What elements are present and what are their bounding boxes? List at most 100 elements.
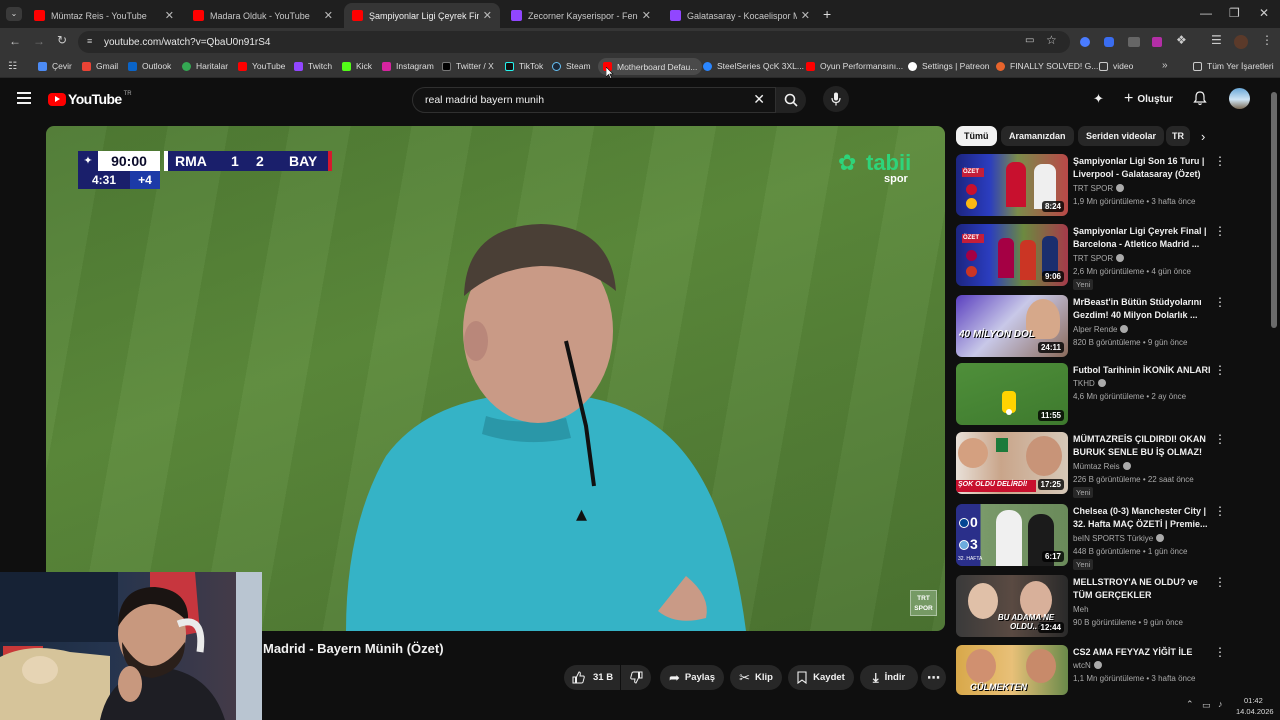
more-bookmarks-icon[interactable]: » [1162,60,1168,71]
tab-close-icon[interactable]: ✕ [801,9,810,22]
recommendation-item[interactable]: ŞOK OLDU DELİRDİ! 17:25 MÜMTAZREİS ÇILDI… [956,432,1226,498]
more-actions-button[interactable]: ⋯ [921,665,946,690]
tab-close-icon[interactable]: ✕ [165,9,174,22]
dislike-button[interactable] [621,665,651,690]
site-info-icon[interactable]: ≡ [87,36,92,46]
tab-close-icon[interactable]: ✕ [642,9,651,22]
recommendation-item[interactable]: 40 MİLYON DOL 24:11 MrBeast'in Bütün Stü… [956,295,1226,359]
youtube-logo[interactable]: YouTube TR [48,91,132,107]
chip-all[interactable]: Tümü [956,126,997,146]
browser-tab[interactable]: Zecorner Kayserispor - Fenerba ✕ [503,3,659,28]
apps-grid-icon[interactable]: ☷ [8,61,17,72]
download-button[interactable]: ⤓ İndir [860,665,918,690]
search-button[interactable] [776,87,806,113]
extension-icon[interactable] [1128,37,1140,47]
create-button[interactable]: + Oluştur [1118,88,1179,110]
account-avatar[interactable] [1229,88,1250,109]
studio-sparkle-icon[interactable]: ✦ [1093,91,1104,107]
chrome-menu-icon[interactable]: ⋮ [1261,33,1273,47]
chip-from-series[interactable]: Seriden videolar [1078,126,1165,146]
tab-close-icon[interactable]: ✕ [483,9,492,22]
video-thumbnail[interactable]: ŞOK OLDU DELİRDİ! 17:25 [956,432,1068,494]
search-input[interactable]: real madrid bayern munih ✕ [412,87,776,113]
extensions-puzzle-icon[interactable]: ❖ [1176,33,1187,47]
extension-icon[interactable] [1104,37,1114,47]
browser-tab[interactable]: Galatasaray - Kocaelispor Maç ✕ [662,3,818,28]
clip-button[interactable]: ✂ Klip [730,665,782,690]
more-options-icon[interactable]: ⋮ [1214,154,1226,168]
hamburger-menu-icon[interactable] [17,92,31,104]
video-thumbnail[interactable]: 0 3 32. HAFTA 6:17 [956,504,1068,566]
back-icon[interactable]: ← [9,34,21,48]
bookmark-item[interactable]: Çevir [38,61,72,71]
clear-search-icon[interactable]: ✕ [753,91,765,108]
more-options-icon[interactable]: ⋮ [1214,645,1226,659]
chip-tr[interactable]: TR [1166,126,1190,146]
tab-search-button[interactable]: ⌄ [6,7,22,21]
video-thumbnail[interactable]: BU ADAMA NE OLDU..? 12:44 [956,575,1068,637]
bookmark-item[interactable]: Twitch [294,61,332,71]
video-thumbnail[interactable]: 11:55 [956,363,1068,425]
address-bar[interactable]: ≡ youtube.com/watch?v=QbaU0n91rS4 [78,31,1070,53]
profile-avatar[interactable] [1234,35,1248,49]
more-options-icon[interactable]: ⋮ [1214,432,1226,446]
bookmark-star-icon[interactable]: ☆ [1046,33,1057,47]
bookmark-item[interactable]: Settings | Patreon [908,61,989,71]
network-icon[interactable]: ▭ [1202,700,1211,711]
recommendation-item[interactable]: ÖZET 9:06 Şampiyonlar Ligi Çeyrek Final … [956,224,1226,290]
bookmark-item[interactable]: SteelSeries QcK 3XL... [703,61,804,71]
more-options-icon[interactable]: ⋮ [1214,575,1226,589]
recommendation-item[interactable]: 0 3 32. HAFTA 6:17 Chelsea (0-3) Manches… [956,504,1226,570]
video-player[interactable]: ▴ ✦ 90:00 RMA 1 2 BAY 4:31 +4 ✿ tabii sp… [46,126,945,631]
video-thumbnail[interactable]: 40 MİLYON DOL 24:11 [956,295,1068,357]
like-button[interactable]: 31 B [564,665,620,690]
bookmark-item[interactable]: Outlook [128,61,171,71]
restore-icon[interactable]: ❐ [1229,6,1240,20]
chip-from-search[interactable]: Aramanızdan [1001,126,1074,146]
forward-icon[interactable]: → [33,34,45,48]
tray-chevron-icon[interactable]: ⌃ [1186,699,1194,710]
recommendation-item[interactable]: BU ADAMA NE OLDU..? 12:44 MELLSTROY'A NE… [956,575,1226,639]
notifications-bell-icon[interactable] [1193,91,1207,106]
bookmark-item[interactable]: Kick [342,61,372,71]
reading-list-icon[interactable]: ☰ [1211,33,1222,47]
more-options-icon[interactable]: ⋮ [1214,504,1226,518]
recommendation-item[interactable]: 11:55 Futbol Tarihinin İKONİK ANLARI TKH… [956,363,1226,427]
browser-tab[interactable]: Mümtaz Reis - YouTube ✕ [26,3,182,28]
bookmark-folder[interactable]: video [1099,61,1133,71]
more-options-icon[interactable]: ⋮ [1214,224,1226,238]
bookmark-item[interactable]: FINALLY SOLVED! G... [996,61,1098,71]
bookmark-item[interactable]: Twitter / X [442,61,494,71]
bookmark-item[interactable]: YouTube [238,61,285,71]
page-scrollbar-thumb[interactable] [1271,92,1277,328]
bookmark-item[interactable]: Oyun Performansını... [806,61,903,71]
recommendation-item[interactable]: ÖZET 8:24 Şampiyonlar Ligi Son 16 Turu |… [956,154,1226,218]
all-bookmarks-folder[interactable]: Tüm Yer İşaretleri [1193,61,1274,71]
reload-icon[interactable]: ↻ [57,33,67,47]
ucl-starball-icon: ✦ [78,151,98,171]
cast-icon[interactable]: ▭ [1025,35,1034,46]
chips-next-icon[interactable]: › [1201,129,1205,144]
more-options-icon[interactable]: ⋮ [1214,363,1226,377]
share-button[interactable]: ➦ Paylaş [660,665,724,690]
new-tab-icon[interactable]: + [823,6,831,22]
bookmark-item[interactable]: Instagram [382,61,434,71]
voice-search-button[interactable] [823,86,849,112]
video-thumbnail[interactable]: GÜLMEKTEN [956,645,1068,695]
bookmark-item[interactable]: Haritalar [182,61,228,71]
more-options-icon[interactable]: ⋮ [1214,295,1226,309]
bookmark-item[interactable]: TikTok [505,61,543,71]
minimize-icon[interactable]: — [1200,6,1212,20]
video-thumbnail[interactable]: ÖZET 9:06 [956,224,1068,286]
extension-icon[interactable] [1080,37,1090,47]
save-button[interactable]: Kaydet [788,665,854,690]
bookmark-item[interactable]: Gmail [82,61,118,71]
video-thumbnail[interactable]: ÖZET 8:24 [956,154,1068,216]
volume-icon[interactable]: ♪ [1218,699,1223,709]
browser-tab-active[interactable]: Şampiyonlar Ligi Çeyrek Final | ✕ [344,3,500,28]
tab-close-icon[interactable]: ✕ [324,9,333,22]
bookmark-item[interactable]: Steam [552,61,591,71]
window-close-icon[interactable]: ✕ [1259,6,1269,20]
browser-tab[interactable]: Madara Olduk - YouTube ✕ [185,3,341,28]
extension-icon[interactable] [1152,37,1162,47]
